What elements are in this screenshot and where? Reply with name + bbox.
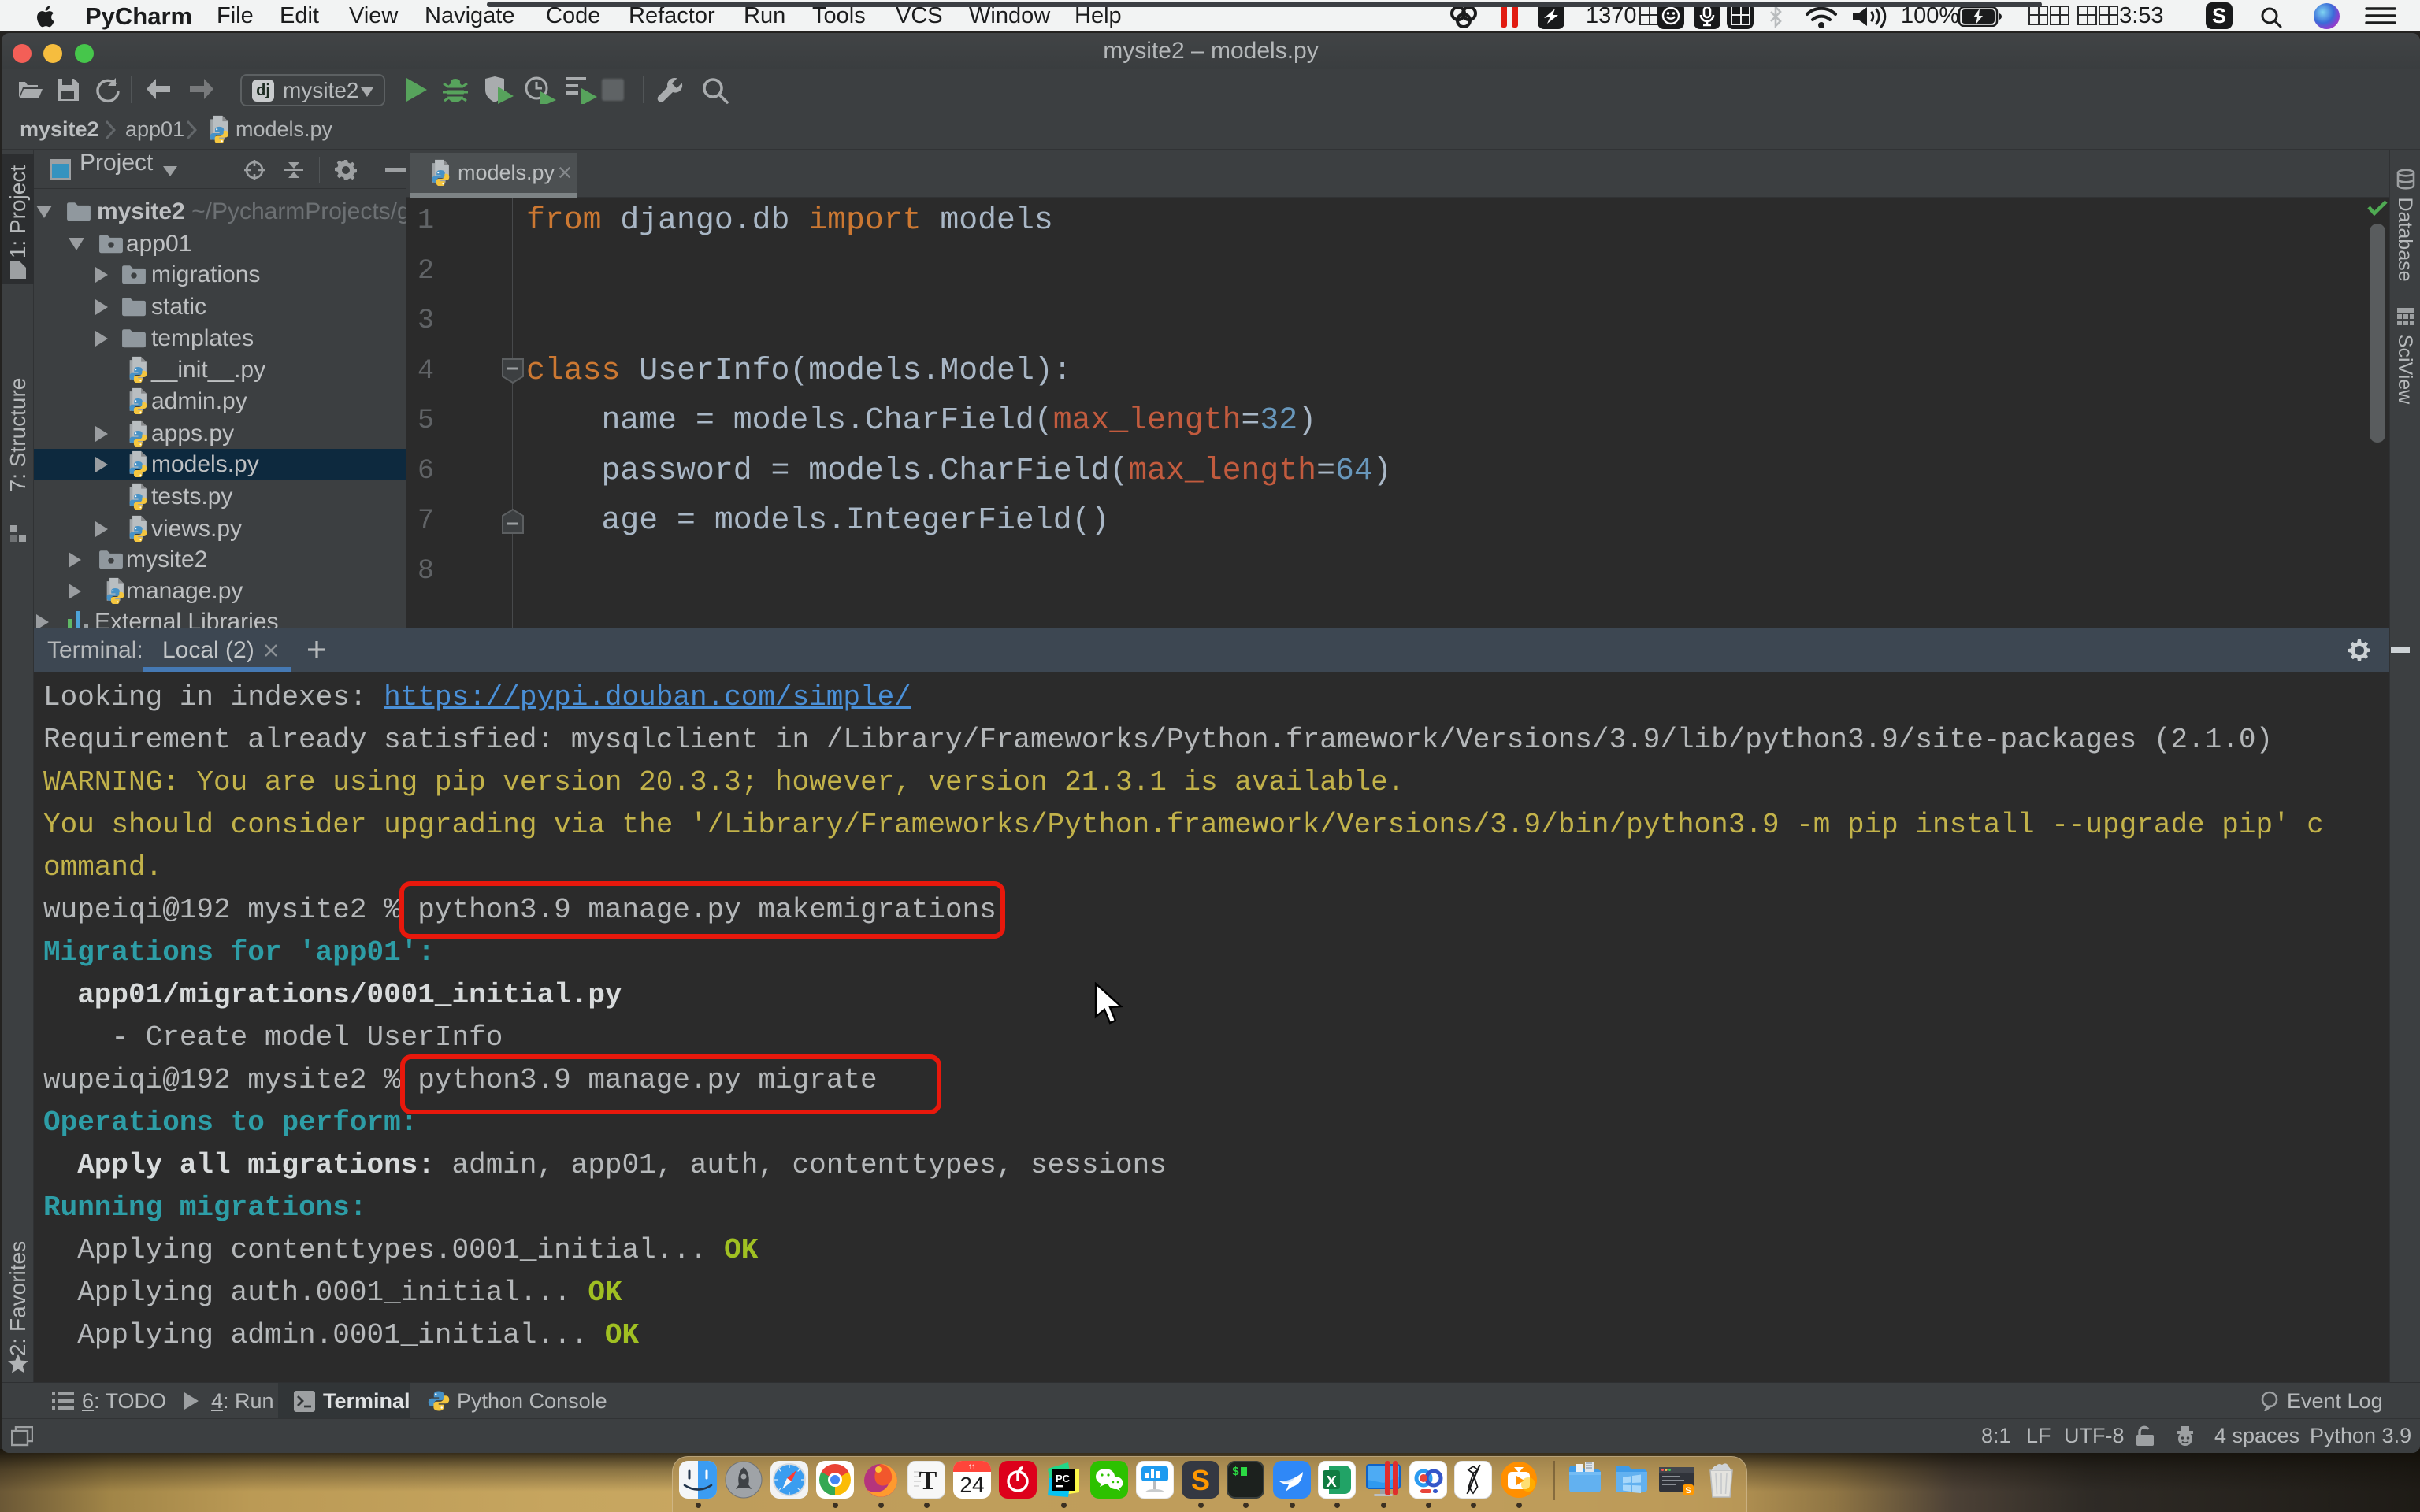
svg-text:S: S — [1685, 1486, 1691, 1495]
svg-text:PC: PC — [1056, 1473, 1071, 1484]
svg-text:T: T — [919, 1466, 937, 1495]
svg-text:11: 11 — [968, 1463, 975, 1471]
svg-text:X: X — [1326, 1473, 1337, 1491]
svg-text:24: 24 — [959, 1473, 984, 1497]
svg-text:S: S — [1191, 1464, 1210, 1496]
svg-text:$: $ — [1232, 1466, 1239, 1479]
